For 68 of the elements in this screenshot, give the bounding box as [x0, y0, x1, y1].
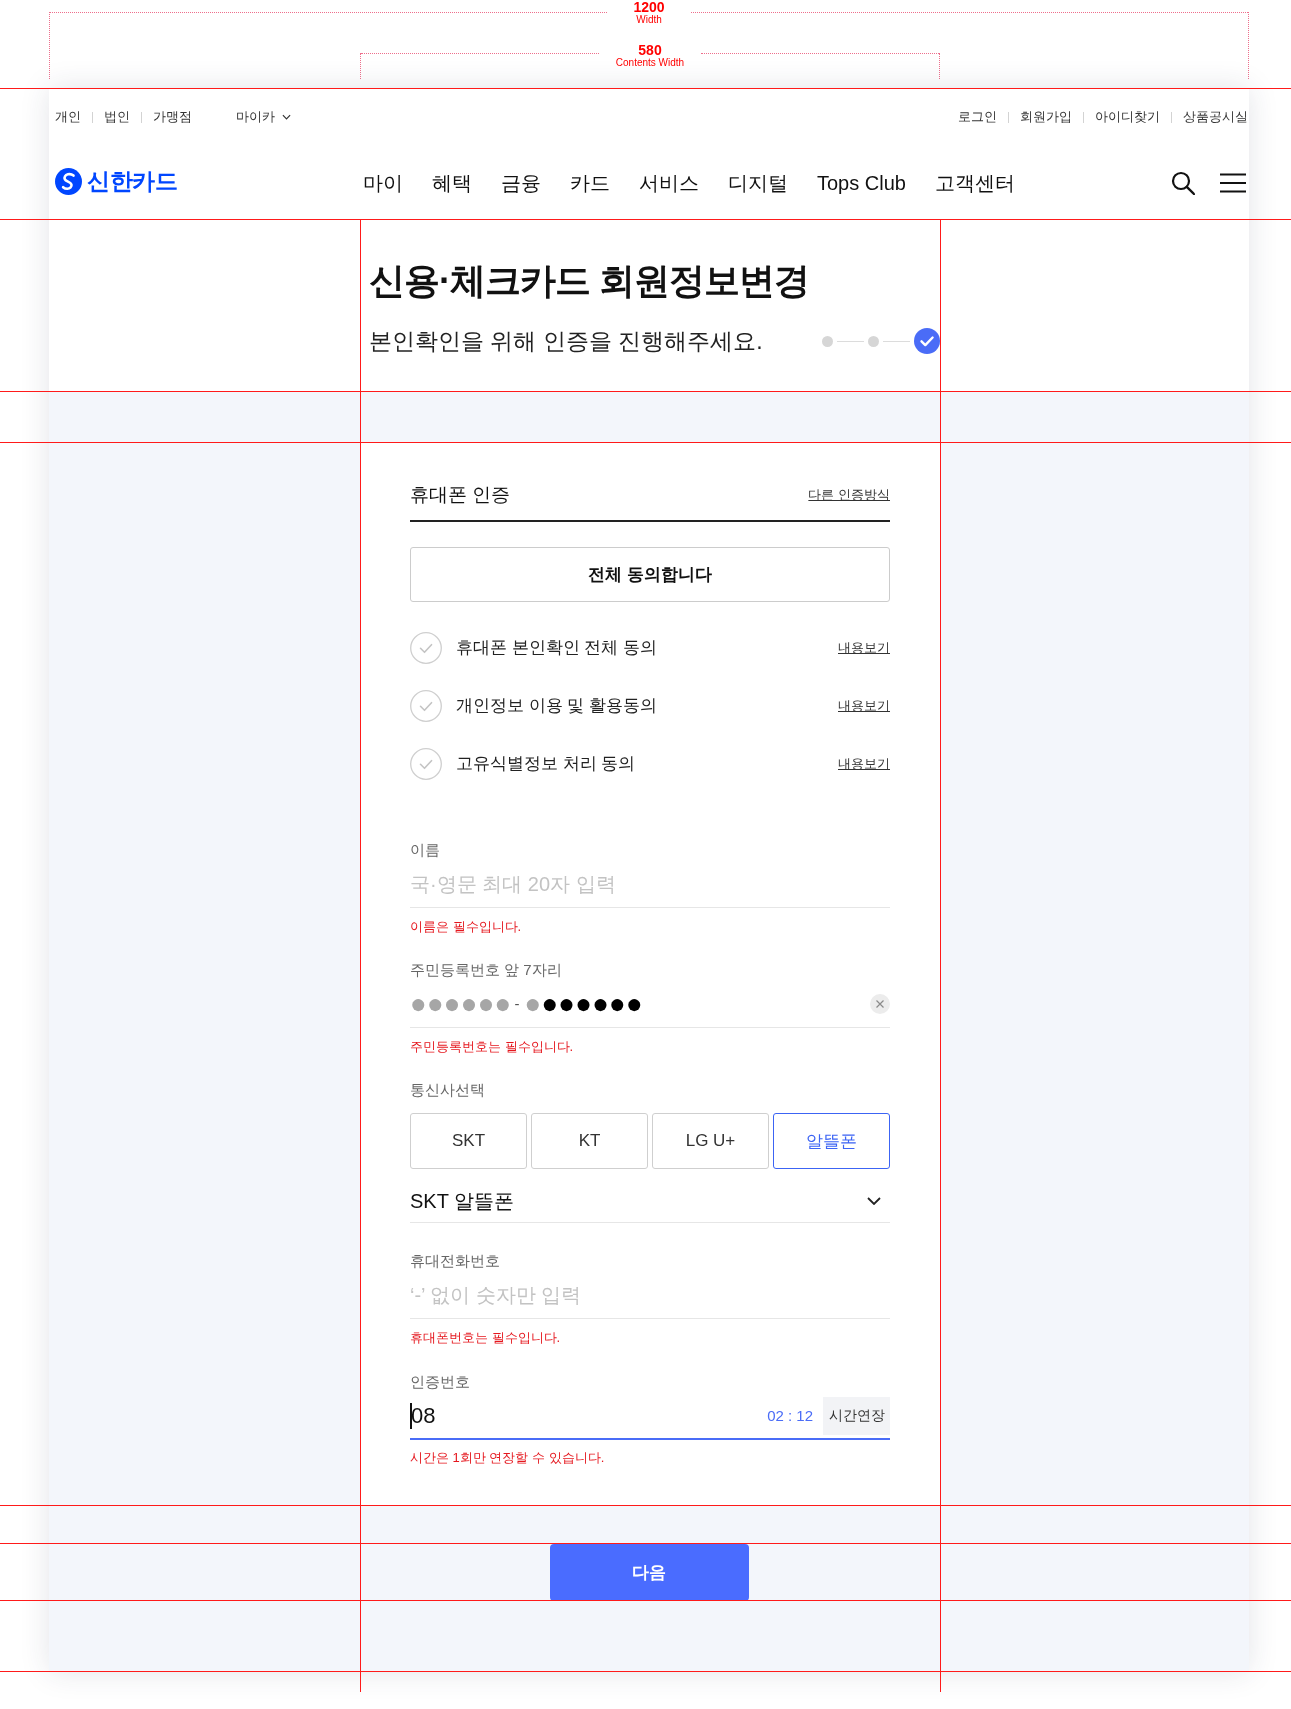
nav-menu-item[interactable]: Tops Club [817, 169, 906, 196]
check-circle-icon[interactable] [410, 748, 442, 780]
name-input[interactable]: 국·영문 최대 20자 입력 [410, 861, 890, 908]
account-link[interactable]: 로그인 [958, 109, 997, 125]
field-label: 주민등록번호 앞 7자리 [410, 960, 562, 980]
carrier-option-button[interactable]: LG U+ [652, 1113, 769, 1169]
carrier-option-button[interactable]: SKT [410, 1113, 527, 1169]
carrier-option-button[interactable]: 알뜰폰 [773, 1113, 890, 1169]
logo-icon [55, 168, 82, 195]
dimension-label: Contents Width [615, 57, 685, 69]
extend-time-button[interactable]: 시간연장 [823, 1396, 890, 1435]
verification-code-input[interactable]: 08 [411, 1402, 768, 1429]
segment-link[interactable]: 개인 [55, 109, 81, 125]
consent-label: 고유식별정보 처리 동의 [456, 753, 636, 775]
nav-menu-item[interactable]: 서비스 [639, 169, 699, 196]
agree-all-button[interactable]: 전체 동의합니다 [410, 547, 890, 602]
dimension-value: 580 [638, 43, 662, 57]
other-method-link[interactable]: 다른 인증방식 [808, 486, 890, 504]
dash-separator: - [514, 994, 520, 1014]
text-cursor-icon [410, 1402, 412, 1429]
account-link[interactable]: 회원가입 [1020, 109, 1072, 125]
dimension-value: 1200 [633, 0, 665, 14]
section-title: 휴대폰 인증 [410, 483, 511, 507]
nav-menu-item[interactable]: 마이 [363, 169, 403, 196]
field-label: 통신사선택 [410, 1080, 485, 1100]
account-link[interactable]: 상품공시실 [1183, 109, 1248, 125]
next-button[interactable]: 다음 [549, 1544, 749, 1601]
mycar-dropdown[interactable]: 마이카 [236, 109, 291, 125]
chevron-down-icon [282, 114, 291, 120]
search-icon[interactable] [1171, 170, 1195, 195]
field-label: 인증번호 [410, 1372, 470, 1392]
nav-menu-item[interactable]: 고객센터 [934, 169, 1015, 196]
nav-menu-item[interactable]: 카드 [570, 169, 610, 196]
account-link[interactable]: 아이디찾기 [1095, 109, 1160, 125]
birthdate-dots: ●●●●●● [410, 990, 512, 1018]
nav-menu-item[interactable]: 혜택 [432, 169, 472, 196]
error-message: 시간은 1회만 연장할 수 있습니다. [410, 1449, 605, 1467]
nav-menu-item[interactable]: 디지털 [728, 169, 788, 196]
consent-label: 개인정보 이용 및 활용동의 [456, 695, 658, 717]
check-circle-icon[interactable] [410, 690, 442, 722]
countdown-timer: 02 : 12 [767, 1407, 813, 1424]
error-message: 이름은 필수입니다. [410, 918, 522, 936]
view-terms-link[interactable]: 내용보기 [838, 639, 890, 657]
carrier-option-button[interactable]: KT [531, 1113, 648, 1169]
chevron-down-icon [867, 1197, 881, 1205]
dimension-label: Width [636, 14, 662, 26]
resident-number-field[interactable]: ●●●●●●- ●●●●●●● [410, 981, 890, 1028]
carrier-plan-select[interactable]: SKT 알뜰폰 [410, 1180, 890, 1223]
page-title: 신용·체크카드 회원정보변경 [369, 259, 809, 303]
verification-code-field[interactable]: 08 02 : 12 시간연장 [410, 1393, 890, 1440]
check-circle-icon[interactable] [410, 632, 442, 664]
segment-link[interactable]: 법인 [104, 109, 130, 125]
gender-digit-dot: ● [524, 990, 542, 1018]
nav-menu-item[interactable]: 금융 [501, 169, 541, 196]
consent-label: 휴대폰 본인확인 전체 동의 [456, 637, 658, 659]
field-label: 이름 [410, 840, 440, 860]
logo-link[interactable]: 신한카드 [55, 166, 177, 197]
error-message: 휴대폰번호는 필수입니다. [410, 1329, 561, 1347]
phone-input[interactable]: ‘-’ 없이 숫자만 입력 [410, 1272, 890, 1319]
error-message: 주민등록번호는 필수입니다. [410, 1038, 574, 1056]
view-terms-link[interactable]: 내용보기 [838, 755, 890, 773]
menu-icon[interactable] [1220, 172, 1246, 193]
segment-link[interactable]: 가맹점 [153, 109, 192, 125]
view-terms-link[interactable]: 내용보기 [838, 697, 890, 715]
field-label: 휴대전화번호 [410, 1251, 500, 1271]
masked-digits: ●●●●●● [541, 990, 643, 1018]
clear-icon[interactable] [870, 994, 890, 1014]
page-subtitle: 본인확인을 위해 인증을 진행해주세요. [369, 327, 763, 356]
